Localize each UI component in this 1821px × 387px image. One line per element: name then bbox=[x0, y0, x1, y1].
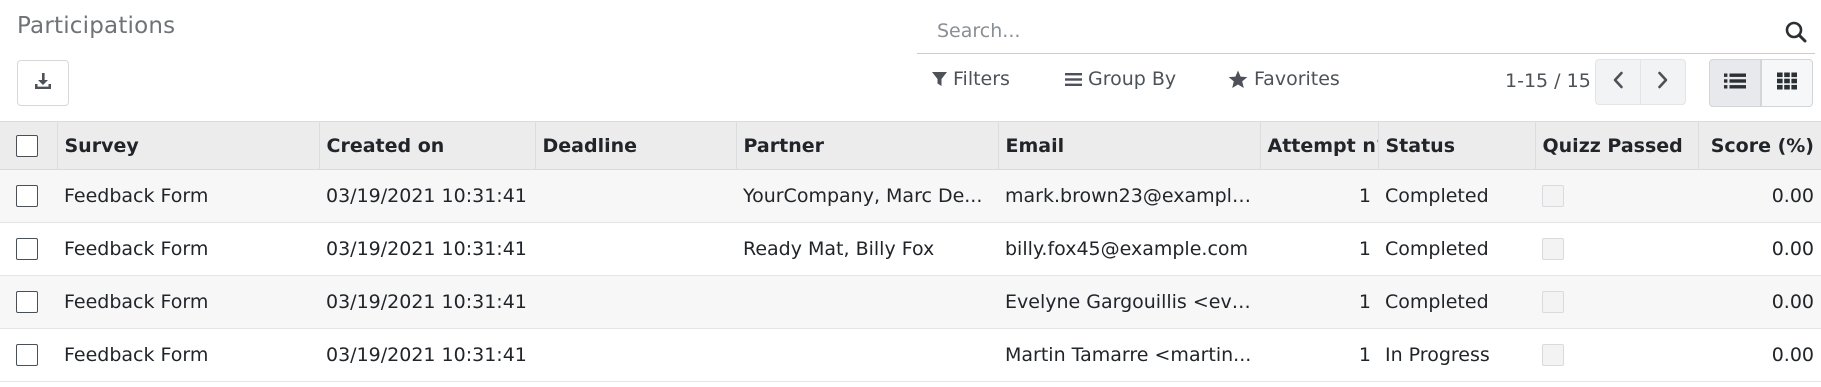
favorites-button[interactable]: Favorites bbox=[1228, 68, 1340, 90]
column-quizz-passed[interactable]: Quizz Passed bbox=[1534, 121, 1698, 170]
table-row[interactable]: Feedback Form 03/19/2021 10:31:41 YourCo… bbox=[0, 169, 1821, 223]
chevron-left-icon bbox=[1612, 71, 1624, 94]
cell-status: In Progress bbox=[1385, 344, 1490, 366]
search-input[interactable] bbox=[937, 16, 1737, 46]
table-row[interactable]: Feedback Form 03/19/2021 10:31:41 Ready … bbox=[0, 222, 1821, 276]
cell-partner: YourCompany, Marc De... bbox=[743, 185, 983, 207]
row-checkbox[interactable] bbox=[16, 238, 38, 261]
cell-attempt: 1 bbox=[1358, 291, 1371, 313]
cell-deadline bbox=[535, 170, 736, 223]
chevron-right-icon bbox=[1657, 71, 1669, 94]
star-icon bbox=[1228, 70, 1248, 89]
cell-attempt: 1 bbox=[1358, 344, 1371, 366]
participations-table: Survey Created on Deadline Partner Email… bbox=[0, 121, 1821, 382]
cell-deadline bbox=[535, 276, 736, 329]
row-checkbox[interactable] bbox=[16, 185, 38, 208]
cell-created-on: 03/19/2021 10:31:41 bbox=[326, 291, 527, 313]
column-attempt[interactable]: Attempt n° bbox=[1259, 121, 1378, 170]
cell-partner: Ready Mat, Billy Fox bbox=[743, 238, 935, 260]
download-button[interactable] bbox=[17, 60, 69, 106]
cell-deadline bbox=[535, 329, 736, 382]
filter-icon bbox=[932, 71, 947, 87]
pager-previous-button[interactable] bbox=[1595, 59, 1641, 105]
column-email[interactable]: Email bbox=[997, 121, 1260, 170]
bars-icon bbox=[1065, 72, 1082, 87]
cell-survey: Feedback Form bbox=[64, 344, 209, 366]
list-view-button[interactable] bbox=[1709, 59, 1761, 107]
row-select-cell bbox=[0, 276, 57, 329]
cell-email: billy.fox45@example.com bbox=[1005, 238, 1249, 260]
filters-button[interactable]: Filters bbox=[932, 68, 1010, 90]
table-row[interactable]: Feedback Form 03/19/2021 10:31:41 Martin… bbox=[0, 328, 1821, 382]
cell-status: Completed bbox=[1385, 185, 1489, 207]
group-by-button[interactable]: Group By bbox=[1065, 68, 1176, 90]
cell-status: Completed bbox=[1385, 238, 1489, 260]
filters-label: Filters bbox=[953, 68, 1010, 90]
cell-survey: Feedback Form bbox=[64, 291, 209, 313]
row-select-cell bbox=[0, 170, 57, 223]
pager-next-button[interactable] bbox=[1640, 59, 1686, 105]
quizz-passed-checkbox bbox=[1542, 291, 1564, 314]
column-created-on[interactable]: Created on bbox=[318, 121, 535, 170]
page-title: Participations bbox=[17, 13, 176, 39]
quizz-passed-checkbox bbox=[1542, 185, 1564, 208]
cell-score: 0.00 bbox=[1771, 185, 1814, 207]
column-score[interactable]: Score (%) bbox=[1697, 121, 1821, 170]
cell-score: 0.00 bbox=[1771, 238, 1814, 260]
table-header: Survey Created on Deadline Partner Email… bbox=[0, 121, 1821, 170]
cell-quizz-passed bbox=[1535, 223, 1698, 276]
cell-attempt: 1 bbox=[1358, 238, 1371, 260]
row-checkbox[interactable] bbox=[16, 291, 38, 314]
cell-email: Evelyne Gargouillis <evel... bbox=[1005, 291, 1260, 313]
quizz-passed-checkbox bbox=[1542, 344, 1564, 367]
table-row[interactable]: Feedback Form 03/19/2021 10:31:41 Evelyn… bbox=[0, 275, 1821, 329]
column-deadline[interactable]: Deadline bbox=[534, 121, 736, 170]
column-survey[interactable]: Survey bbox=[56, 121, 319, 170]
cell-email: mark.brown23@example... bbox=[1005, 185, 1260, 207]
cell-survey: Feedback Form bbox=[64, 238, 209, 260]
cell-score: 0.00 bbox=[1771, 291, 1814, 313]
cell-quizz-passed bbox=[1535, 329, 1698, 382]
quizz-passed-checkbox bbox=[1542, 238, 1564, 261]
cell-created-on: 03/19/2021 10:31:41 bbox=[326, 238, 527, 260]
select-all-cell bbox=[0, 122, 57, 170]
column-status[interactable]: Status bbox=[1377, 121, 1535, 170]
cell-status: Completed bbox=[1385, 291, 1489, 313]
select-all-checkbox[interactable] bbox=[16, 134, 38, 157]
kanban-view-icon bbox=[1777, 72, 1797, 95]
cell-score: 0.00 bbox=[1771, 344, 1814, 366]
cell-created-on: 03/19/2021 10:31:41 bbox=[326, 344, 527, 366]
cell-quizz-passed bbox=[1535, 276, 1698, 329]
cell-survey: Feedback Form bbox=[64, 185, 209, 207]
row-select-cell bbox=[0, 329, 57, 382]
cell-email: Martin Tamarre <martin... bbox=[1005, 344, 1252, 366]
cell-attempt: 1 bbox=[1358, 185, 1371, 207]
row-checkbox[interactable] bbox=[16, 344, 38, 367]
cell-quizz-passed bbox=[1535, 170, 1698, 223]
favorites-label: Favorites bbox=[1254, 68, 1340, 90]
row-select-cell bbox=[0, 223, 57, 276]
search-icon[interactable] bbox=[1783, 19, 1809, 45]
cell-partner bbox=[736, 276, 998, 329]
cell-partner bbox=[736, 329, 998, 382]
group-by-label: Group By bbox=[1088, 68, 1177, 90]
search-bar bbox=[917, 10, 1815, 54]
download-icon bbox=[33, 71, 53, 96]
cell-created-on: 03/19/2021 10:31:41 bbox=[326, 185, 527, 207]
cell-deadline bbox=[535, 223, 736, 276]
list-view-icon bbox=[1724, 72, 1746, 95]
pager-value[interactable]: 1-15 / 15 bbox=[1505, 70, 1591, 92]
kanban-view-button[interactable] bbox=[1761, 59, 1813, 107]
column-partner[interactable]: Partner bbox=[735, 121, 998, 170]
